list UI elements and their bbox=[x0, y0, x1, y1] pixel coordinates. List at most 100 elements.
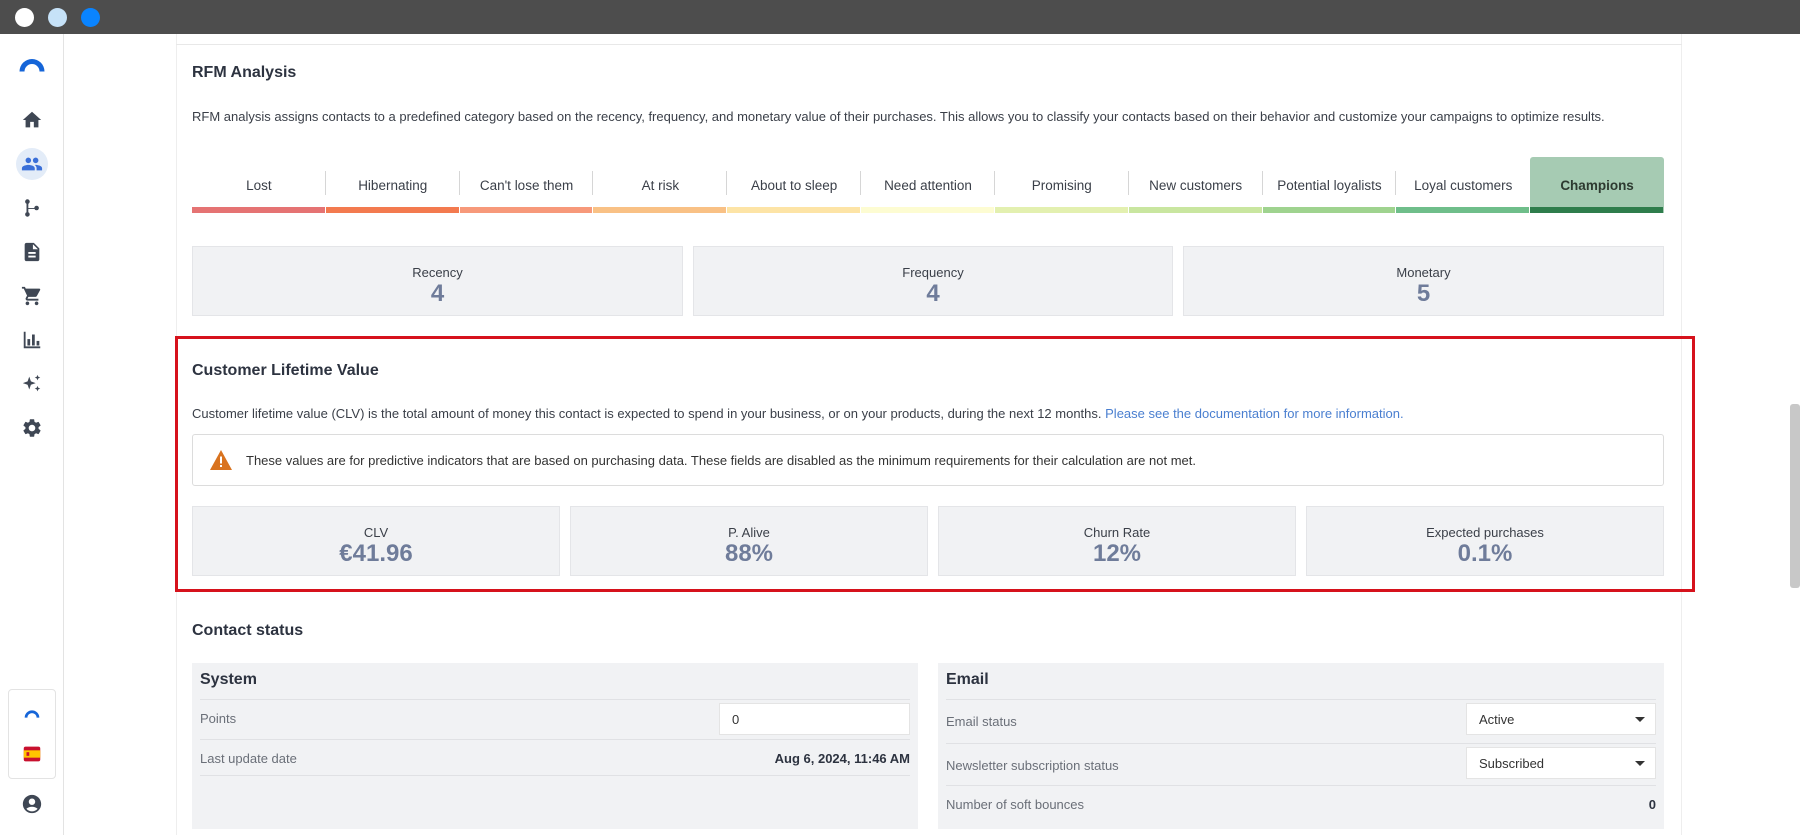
settings-icon[interactable] bbox=[16, 412, 48, 444]
home-icon[interactable] bbox=[16, 104, 48, 136]
chevron-down-icon bbox=[1635, 761, 1645, 766]
window-minimize-button[interactable] bbox=[48, 8, 67, 27]
soft-bounces-value: 0 bbox=[1648, 797, 1656, 812]
frequency-card: Frequency 4 bbox=[693, 246, 1173, 316]
rfm-segment-tab[interactable]: Loyal customers bbox=[1396, 157, 1530, 213]
brand-mini-logo-icon[interactable] bbox=[16, 698, 48, 730]
rfm-segment-color-bar bbox=[459, 207, 593, 213]
rfm-description: RFM analysis assigns contacts to a prede… bbox=[192, 109, 1605, 124]
rfm-segment-tab[interactable]: Lost bbox=[192, 157, 326, 213]
cart-icon[interactable] bbox=[16, 280, 48, 312]
soft-bounces-label: Number of soft bounces bbox=[946, 797, 1085, 812]
last-update-row: Last update date Aug 6, 2024, 11:46 AM bbox=[200, 739, 910, 775]
rfm-segment-color-bar bbox=[325, 207, 459, 213]
document-icon[interactable] bbox=[16, 236, 48, 268]
system-panel: System Points 0 Last update date Aug 6, … bbox=[192, 663, 918, 829]
rfm-title: RFM Analysis bbox=[192, 64, 297, 81]
p-alive-value: 88% bbox=[724, 540, 774, 567]
rfm-segment-tabs: Lost Hibernating Can't lose them At risk Abo… bbox=[192, 157, 1664, 213]
rfm-segment-color-bar bbox=[192, 207, 325, 213]
churn-rate-card: Churn Rate 12% bbox=[938, 506, 1296, 576]
window-close-button[interactable] bbox=[15, 8, 34, 27]
rfm-segment-tab[interactable]: About to sleep bbox=[727, 157, 862, 213]
rfm-segment-label: Champions bbox=[1560, 177, 1634, 193]
rfm-segment-tab[interactable]: Need attention bbox=[861, 157, 995, 213]
newsletter-value: Subscribed bbox=[1479, 756, 1545, 771]
contact-status-title: Contact status bbox=[192, 622, 304, 639]
workflow-icon[interactable] bbox=[16, 192, 48, 224]
newsletter-label: Newsletter subscription status bbox=[946, 758, 1119, 773]
frequency-value: 4 bbox=[926, 280, 940, 307]
rfm-segment-color-bar bbox=[861, 207, 994, 213]
email-status-select[interactable]: Active bbox=[1466, 703, 1656, 735]
churn-rate-label: Churn Rate bbox=[1083, 525, 1151, 540]
last-update-value: Aug 6, 2024, 11:46 AM bbox=[774, 751, 910, 766]
expected-purchases-card: Expected purchases 0.1% bbox=[1306, 506, 1664, 576]
scrollbar-thumb[interactable] bbox=[1790, 404, 1800, 588]
rfm-segment-label: Potential loyalists bbox=[1277, 177, 1382, 193]
chart-icon[interactable] bbox=[16, 324, 48, 356]
monetary-card: Monetary 5 bbox=[1183, 246, 1664, 316]
rfm-segment-tab[interactable]: Promising bbox=[994, 157, 1129, 213]
monetary-value: 5 bbox=[1416, 280, 1431, 307]
rfm-segment-label: At risk bbox=[641, 177, 680, 193]
email-status-label: Email status bbox=[946, 714, 1017, 729]
rfm-segment-label: Promising bbox=[1031, 177, 1092, 193]
system-title: System bbox=[200, 671, 257, 688]
points-input[interactable]: 0 bbox=[719, 703, 910, 735]
churn-rate-value: 12% bbox=[1092, 540, 1142, 567]
p-alive-card: P. Alive 88% bbox=[570, 506, 928, 576]
rfm-segment-color-bar bbox=[994, 207, 1128, 213]
clv-description: Customer lifetime value (CLV) is the tot… bbox=[192, 406, 1404, 421]
warning-text: These values are for predictive indicato… bbox=[246, 453, 1196, 468]
sidebar bbox=[0, 34, 64, 835]
rfm-segment-color-bar bbox=[1262, 207, 1396, 213]
rfm-segment-label: Loyal customers bbox=[1414, 177, 1513, 193]
documentation-link[interactable]: Please see the documentation for more in… bbox=[1105, 406, 1403, 421]
section-divider bbox=[176, 44, 1682, 45]
chevron-down-icon bbox=[1635, 717, 1645, 722]
rfm-segment-label: About to sleep bbox=[751, 177, 838, 193]
rfm-segment-tab[interactable]: Hibernating bbox=[325, 157, 460, 213]
contacts-icon[interactable] bbox=[16, 148, 48, 180]
clv-card: CLV €41.96 bbox=[192, 506, 560, 576]
email-status-value: Active bbox=[1479, 712, 1515, 727]
rfm-segment-label: Lost bbox=[246, 177, 272, 193]
warning-alert: These values are for predictive indicato… bbox=[192, 434, 1664, 486]
p-alive-label: P. Alive bbox=[728, 525, 770, 540]
row-divider bbox=[200, 775, 910, 776]
monetary-label: Monetary bbox=[1396, 265, 1451, 280]
rfm-segment-tab[interactable]: At risk bbox=[593, 157, 728, 213]
rfm-segment-label: Need attention bbox=[884, 177, 972, 193]
clv-value: €41.96 bbox=[339, 540, 413, 567]
window-titlebar bbox=[0, 0, 1800, 34]
rfm-segment-tab[interactable]: Can't lose them bbox=[459, 157, 594, 213]
ai-sparkle-icon[interactable] bbox=[16, 368, 48, 400]
newsletter-select[interactable]: Subscribed bbox=[1466, 747, 1656, 779]
rfm-segment-color-bar bbox=[1128, 207, 1262, 213]
rfm-segment-color-bar bbox=[1396, 207, 1530, 213]
logo-icon[interactable] bbox=[16, 48, 48, 80]
points-label: Points bbox=[200, 711, 237, 726]
window-maximize-button[interactable] bbox=[81, 8, 100, 27]
soft-bounces-row: Number of soft bounces 0 bbox=[946, 785, 1656, 821]
expected-purchases-label: Expected purchases bbox=[1426, 525, 1544, 540]
clv-description-text: Customer lifetime value (CLV) is the tot… bbox=[192, 406, 1102, 421]
clv-label: CLV bbox=[363, 525, 389, 540]
email-title: Email bbox=[946, 671, 989, 688]
rfm-segment-color-bar bbox=[593, 207, 727, 213]
warning-icon bbox=[210, 450, 232, 470]
recency-label: Recency bbox=[412, 265, 463, 280]
last-update-label: Last update date bbox=[200, 751, 297, 766]
rfm-segment-tab[interactable]: New customers bbox=[1128, 157, 1263, 213]
rfm-segment-label: New customers bbox=[1149, 177, 1243, 193]
rfm-segment-color-bar bbox=[727, 207, 861, 213]
rfm-segment-label: Hibernating bbox=[358, 177, 428, 193]
rfm-segment-tab[interactable]: Potential loyalists bbox=[1262, 157, 1397, 213]
rfm-segment-label: Can't lose them bbox=[479, 177, 574, 193]
spain-flag-icon[interactable] bbox=[16, 738, 48, 770]
rfm-segment-color-bar bbox=[1530, 207, 1663, 213]
expected-purchases-value: 0.1% bbox=[1457, 540, 1513, 567]
rfm-segment-tab[interactable]: Champions bbox=[1530, 157, 1664, 213]
user-account-icon[interactable] bbox=[16, 788, 48, 820]
